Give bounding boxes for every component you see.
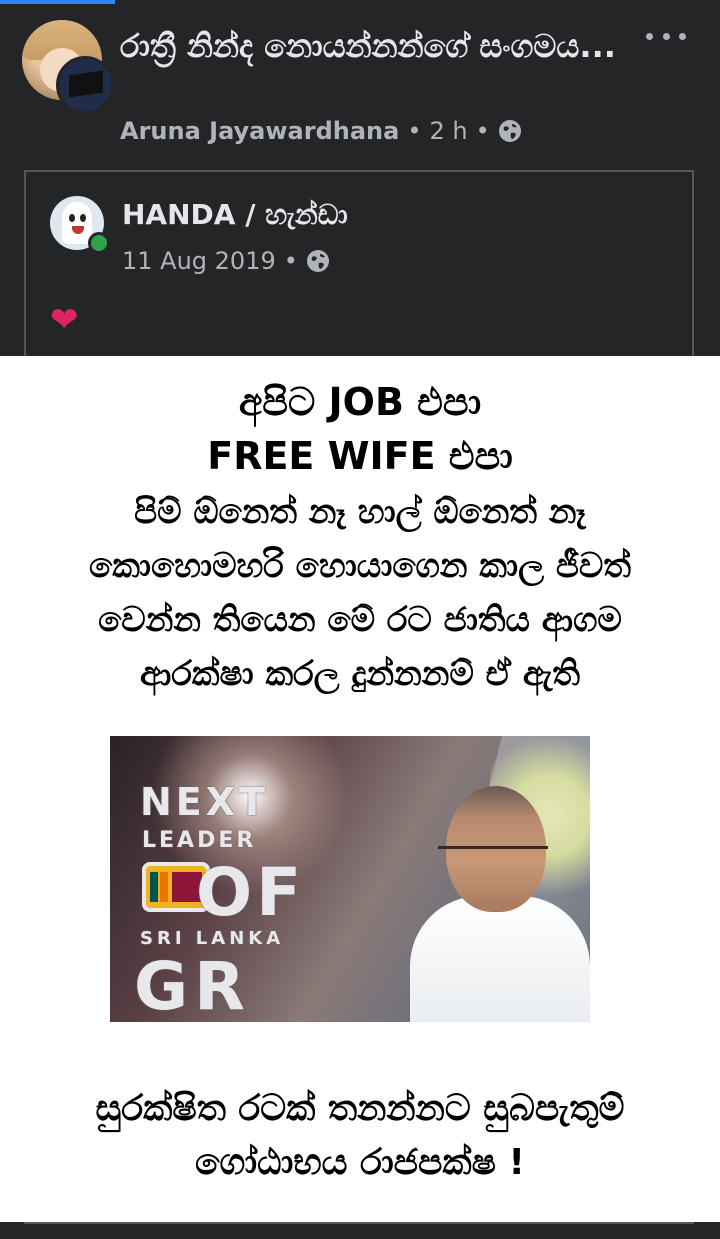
dot — [662, 32, 670, 40]
meme-text-line: ආරක්ෂා කරල දුන්නනම් ඒ ඇති — [140, 654, 580, 694]
post-header: රාත්‍රී නින්ද නොයන්නන්ගේ සංගමය... Aruna … — [0, 0, 720, 170]
globe-icon — [306, 249, 330, 273]
group-name[interactable]: රාත්‍රී නින්ද නොයන්නන්ගේ සංගමය... — [120, 24, 640, 68]
meta-separator: • — [283, 247, 298, 275]
meta-separator: • — [407, 117, 422, 145]
meme-text-line: සුරක්ෂිත රටක් තනන්නට සුබපැතුම් — [95, 1088, 625, 1129]
post-time[interactable]: 2 h — [429, 117, 467, 145]
meta-separator: • — [475, 117, 490, 145]
glasses — [438, 846, 548, 863]
post-image[interactable]: අපිට JOB එපා FREE WIFE එපා පිම් ඕනෙත් නෑ… — [0, 356, 720, 1222]
heart-icon: ❤ — [50, 300, 79, 340]
white-shirt — [410, 896, 590, 1022]
globe-icon — [498, 119, 522, 143]
dot — [679, 32, 686, 40]
flag-stripe-orange — [160, 872, 168, 902]
flag-stripe-green — [150, 872, 158, 902]
eye — [80, 214, 86, 222]
shared-post-card[interactable]: HANDA / හැන්ඩා 11 Aug 2019 • ❤ — [24, 170, 694, 370]
post-bottom-edge — [0, 1222, 720, 1239]
post-meta: Aruna Jayawardhana • 2 h • — [120, 114, 522, 148]
shared-post-meta: 11 Aug 2019 • — [122, 244, 330, 278]
ghost-icon — [62, 202, 92, 244]
online-status-dot — [88, 232, 110, 254]
meme-text-line: අපිට JOB එපා — [238, 380, 482, 424]
meme-text-line: පිම් ඕනෙත් නෑ හාල් ඕනෙත් නෑ — [134, 492, 586, 532]
leader-portrait — [410, 776, 590, 1022]
page-name[interactable]: HANDA / හැන්ඩා — [122, 198, 348, 232]
post-date[interactable]: 11 Aug 2019 — [122, 247, 276, 275]
photo-text-of: OF — [196, 854, 306, 931]
photo-text-leader: LEADER — [142, 828, 257, 853]
meme-text-line: FREE WIFE එපා — [207, 434, 513, 478]
photo-text-sri-lanka: SRI LANKA — [140, 928, 285, 949]
more-options-icon[interactable] — [646, 24, 686, 48]
author-avatar[interactable] — [56, 56, 114, 114]
author-name[interactable]: Aruna Jayawardhana — [120, 117, 399, 145]
meme-text-line: කොහොමහරි හොයාගෙන කාල ජීවත් — [89, 546, 631, 586]
dot — [646, 32, 653, 40]
black-flag-icon — [69, 70, 103, 98]
photo-text-next: NEXT — [140, 780, 269, 824]
eye — [69, 214, 75, 222]
photo-text-gr: GR — [134, 948, 251, 1022]
divider — [24, 1222, 694, 1224]
meme-text-line: වෙන්න තියෙන මේ රට ජාතිය ආගම — [98, 600, 622, 640]
meme-text-line: ගෝඨාභය රාජපක්ෂ ! — [195, 1142, 525, 1183]
leader-photo: NEXT LEADER OF SRI LANKA GR — [110, 736, 590, 1022]
